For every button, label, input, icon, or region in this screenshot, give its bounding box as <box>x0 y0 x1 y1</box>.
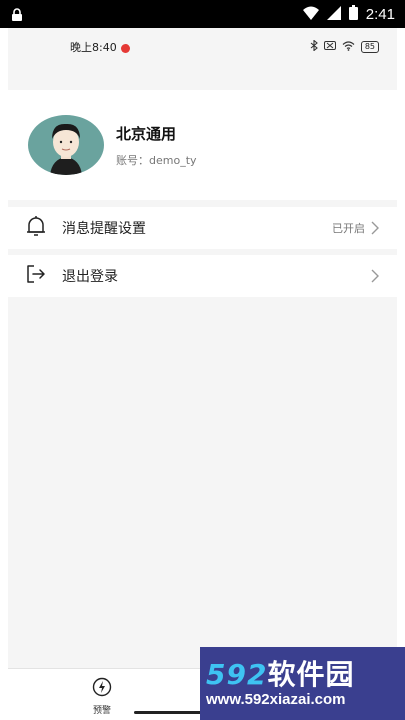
signal-icon <box>326 5 341 24</box>
watermark-brand: 592软件园 <box>206 658 355 691</box>
inner-status-bar: 晚上8:40 85 <box>8 28 397 66</box>
row-label: 消息提醒设置 <box>62 221 146 237</box>
logout-icon <box>24 262 48 290</box>
inner-time: 晚上8:40 <box>70 41 117 54</box>
chevron-right-icon <box>371 221 379 235</box>
bluetooth-icon <box>310 39 318 54</box>
profile-card[interactable]: 北京通用 账号：demo_ty <box>8 90 397 200</box>
tab-alert-label: 预警 <box>92 706 111 716</box>
notification-settings-row[interactable]: 消息提醒设置 已开启 <box>8 207 397 249</box>
lock-icon <box>10 7 24 21</box>
tab-alert[interactable]: 预警 <box>78 677 126 716</box>
bell-icon <box>24 214 48 242</box>
row-label: 退出登录 <box>62 269 118 285</box>
app-screen: 晚上8:40 85 北京通用 账号：demo_ty 消息提醒设置 已开启 退出登… <box>8 28 397 720</box>
notification-status: 已开启 <box>332 222 365 235</box>
watermark-url: www.592xiazai.com <box>206 691 346 708</box>
wifi-icon <box>302 5 319 24</box>
sim-off-icon <box>323 41 336 53</box>
system-time: 2:41 <box>365 5 395 23</box>
profile-account: 账号：demo_ty <box>116 153 197 167</box>
battery-icon <box>348 4 358 24</box>
system-status-bar: 2:41 <box>0 0 405 28</box>
wifi-small-icon <box>342 40 355 54</box>
alert-bolt-icon <box>92 677 112 701</box>
watermark: 592软件园 www.592xiazai.com <box>200 647 405 720</box>
avatar[interactable] <box>28 115 104 175</box>
record-dot-icon <box>120 43 130 53</box>
chevron-right-icon <box>371 269 379 283</box>
profile-name: 北京通用 <box>116 124 177 143</box>
battery-level: 85 <box>360 41 379 53</box>
logout-row[interactable]: 退出登录 <box>8 255 397 297</box>
